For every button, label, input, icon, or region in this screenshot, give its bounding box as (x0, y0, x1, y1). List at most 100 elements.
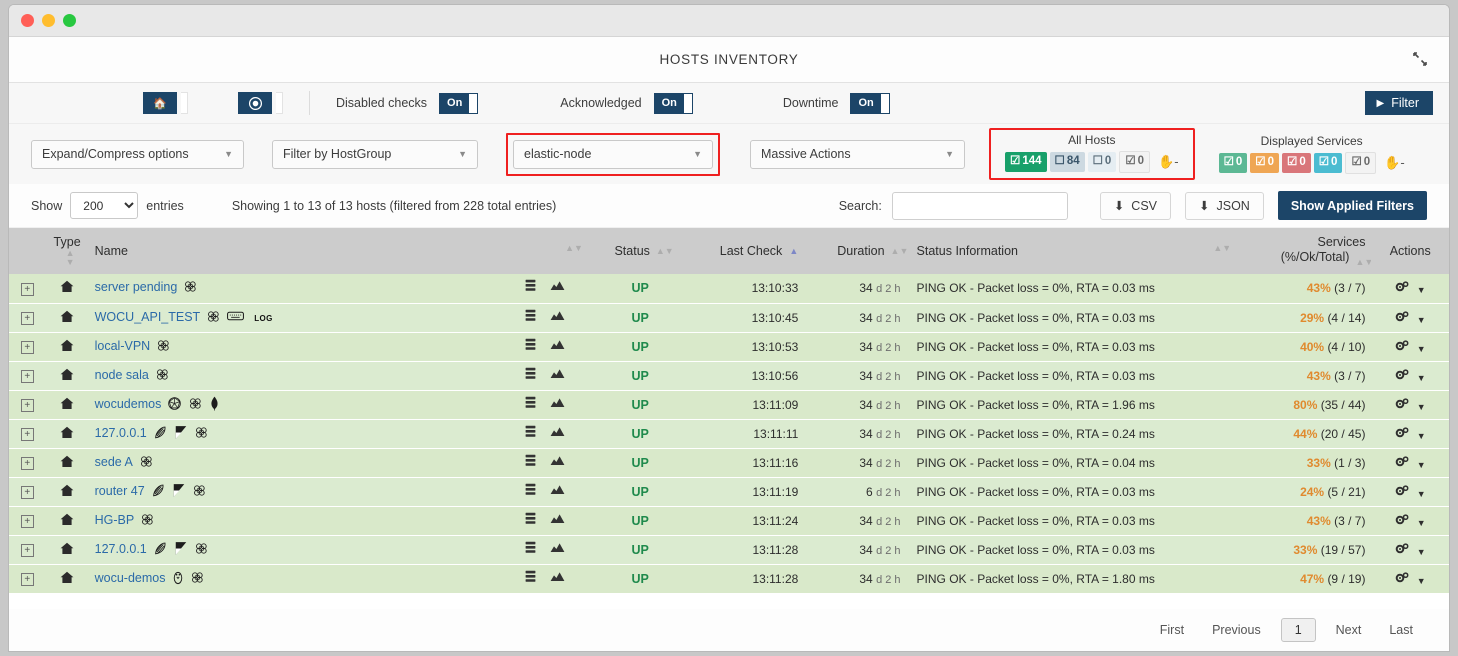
elastic-icon[interactable] (153, 425, 168, 443)
caret-down-icon[interactable]: ▼ (1417, 576, 1426, 586)
table-row[interactable]: + local-VPN UP 13:10:53 34 d 2 h PING OK… (9, 332, 1449, 362)
plus-square-icon[interactable]: + (20, 312, 34, 325)
pagination-next[interactable]: Next (1322, 623, 1376, 637)
caret-down-icon[interactable]: ▼ (1417, 547, 1426, 557)
search-input[interactable] (891, 191, 1068, 220)
plus-square-icon[interactable]: + (20, 457, 34, 470)
gears-icon[interactable] (1395, 339, 1410, 355)
plus-square-icon[interactable]: + (20, 573, 34, 586)
plus-square-icon[interactable]: + (20, 282, 34, 296)
kibana-icon[interactable] (174, 425, 188, 443)
caret-down-icon[interactable]: ▼ (1417, 285, 1426, 295)
kubernetes-icon[interactable] (188, 396, 203, 414)
sort-icon[interactable]: ▲▼ (1355, 258, 1373, 267)
window-minimize-button[interactable] (42, 14, 55, 27)
caret-down-icon[interactable]: ▼ (1417, 344, 1426, 354)
kubernetes-icon[interactable] (192, 483, 207, 501)
plus-square-icon[interactable]: + (20, 370, 34, 383)
chart-icon[interactable] (550, 396, 565, 412)
gears-icon[interactable] (1395, 281, 1410, 296)
kubernetes-icon[interactable] (156, 338, 171, 356)
toggle-switch[interactable]: On (653, 92, 693, 114)
server-icon[interactable] (525, 367, 536, 383)
linux-icon[interactable] (172, 570, 184, 588)
window-close-button[interactable] (21, 14, 34, 27)
server-icon[interactable] (525, 396, 536, 412)
kubernetes-icon[interactable] (183, 279, 198, 297)
gears-icon[interactable] (1395, 397, 1410, 413)
host-name-link[interactable]: 127.0.0.1 (95, 542, 147, 556)
th-last-check[interactable]: Last Check ▲ (691, 228, 805, 274)
plus-square-icon[interactable]: + (20, 341, 34, 354)
json-export-button[interactable]: ⬇ JSON (1185, 191, 1264, 220)
table-row[interactable]: + node sala UP 13:10:56 34 d 2 h PING OK… (9, 361, 1449, 391)
host-name-link[interactable]: wocudemos (95, 397, 162, 411)
toggle-switch[interactable]: On (850, 92, 890, 114)
kibana-icon[interactable] (174, 541, 188, 559)
host-name-link[interactable]: sede A (95, 455, 133, 469)
nav-home-button[interactable]: 🏠 (143, 92, 188, 114)
host-name-link[interactable]: node sala (95, 368, 149, 382)
nav-globe-button[interactable] (238, 92, 283, 114)
gears-icon[interactable] (1395, 310, 1410, 326)
services-badge-warning[interactable]: ☑ 0 (1250, 153, 1280, 173)
chart-icon[interactable] (550, 512, 565, 528)
all-hosts-badge-pending[interactable]: ☑ 0 (1119, 151, 1151, 173)
chart-icon[interactable] (550, 367, 565, 383)
all-hosts-badge-unreachable[interactable]: ☐ 0 (1087, 152, 1117, 172)
kubernetes-icon[interactable] (139, 454, 154, 472)
kubernetes-icon[interactable] (140, 512, 155, 530)
server-icon[interactable] (525, 570, 536, 586)
chart-icon[interactable] (550, 454, 565, 470)
all-hosts-badge-up[interactable]: ☑ 144 (1005, 152, 1047, 172)
sort-icon[interactable]: ▲▼ (65, 249, 75, 267)
table-row[interactable]: + WOCU_API_TEST LOG UP 13:10:45 34 d 2 h … (9, 303, 1449, 333)
host-name-link[interactable]: router 47 (95, 484, 145, 498)
filter-button[interactable]: ▶ Filter (1364, 91, 1433, 115)
kubernetes-icon[interactable] (155, 367, 170, 385)
toggle-downtime[interactable]: Downtime On (783, 92, 890, 114)
sort-icon[interactable]: ▲▼ (656, 247, 674, 256)
th-duration[interactable]: Duration ▲▼ (804, 228, 909, 274)
sort-icon[interactable]: ▲▼ (1213, 244, 1231, 253)
th-name[interactable]: Name ▲▼ (88, 228, 590, 274)
expand-compress-select[interactable]: Expand/Compress options ▼ (31, 139, 244, 169)
globe-icon[interactable] (167, 396, 182, 414)
table-row[interactable]: + wocu-demos UP 13:11:28 34 d 2 h PING O… (9, 564, 1449, 594)
th-type[interactable]: Type▲ ▼ (45, 228, 89, 274)
elastic-icon[interactable] (153, 541, 168, 559)
host-name-link[interactable]: server pending (95, 280, 178, 294)
plus-square-icon[interactable]: + (20, 486, 34, 499)
plus-square-icon[interactable]: + (20, 515, 34, 528)
server-icon[interactable] (525, 512, 536, 528)
chart-icon[interactable] (550, 425, 565, 441)
kubernetes-icon[interactable] (206, 309, 221, 327)
table-row[interactable]: + sede A UP 13:11:16 34 d 2 h PING OK - … (9, 448, 1449, 478)
pagination-previous[interactable]: Previous (1198, 623, 1275, 637)
sort-icon[interactable]: ▲▼ (891, 247, 909, 256)
table-row[interactable]: + 127.0.0.1 UP 13:11:28 34 d 2 h PING OK… (9, 535, 1449, 565)
plus-square-icon[interactable]: + (20, 399, 34, 412)
table-row[interactable]: + wocudemos UP 13:11:09 34 d 2 h PING OK… (9, 390, 1449, 420)
server-icon[interactable] (525, 279, 536, 295)
plus-square-icon[interactable]: + (20, 544, 34, 557)
gears-icon[interactable] (1395, 368, 1410, 384)
services-badge-unknown[interactable]: ☑ 0 (1313, 153, 1343, 173)
table-row[interactable]: + 127.0.0.1 UP 13:11:11 34 d 2 h PING OK… (9, 419, 1449, 449)
th-services[interactable]: Services (%/Ok/Total) ▲▼ (1229, 228, 1373, 274)
host-name-link[interactable]: wocu-demos (95, 571, 166, 585)
all-hosts-badge-down[interactable]: ☐ 84 (1049, 152, 1085, 172)
caret-down-icon[interactable]: ▼ (1417, 315, 1426, 325)
hostgroup-select[interactable]: Filter by HostGroup ▼ (272, 139, 478, 169)
kibana-icon[interactable] (172, 483, 186, 501)
elastic-icon[interactable] (151, 483, 166, 501)
server-icon[interactable] (525, 309, 536, 325)
gears-icon[interactable] (1395, 455, 1410, 471)
chart-icon[interactable] (550, 483, 565, 499)
server-icon[interactable] (525, 483, 536, 499)
th-status[interactable]: Status ▲▼ (589, 228, 692, 274)
gears-icon[interactable] (1395, 571, 1410, 587)
pagination-last[interactable]: Last (1375, 623, 1427, 637)
entries-select[interactable]: 200 (70, 192, 139, 219)
caret-down-icon[interactable]: ▼ (1417, 518, 1426, 528)
